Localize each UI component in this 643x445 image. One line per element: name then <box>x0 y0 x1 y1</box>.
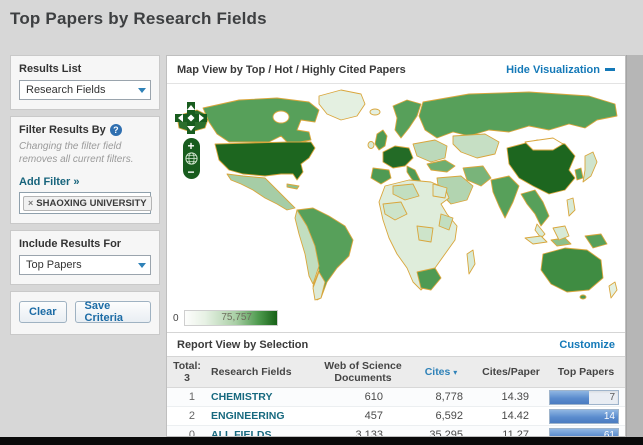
map-country-mexico <box>226 173 296 211</box>
cites-per-paper-value: 14.39 <box>501 391 529 403</box>
cites-value: 35,295 <box>429 429 463 437</box>
customize-link[interactable]: Customize <box>559 339 615 351</box>
map-country-uk <box>374 129 388 151</box>
map-country-greenland <box>318 89 366 121</box>
filter-card: Filter Results By ? Changing the filter … <box>10 116 160 224</box>
results-list-label: Results List <box>19 63 82 75</box>
report-header: Report View by Selection Customize <box>167 332 625 357</box>
column-header-research-fields: Research Fields <box>211 365 292 378</box>
map-country-spain <box>370 167 392 185</box>
column-header-documents: Web of Science Documents <box>324 359 402 384</box>
visualization-header: Map View by Top / Hot / Highly Cited Pap… <box>167 56 625 84</box>
legend-gradient-bar: 75,757 <box>183 310 278 326</box>
total-header: Total: 3 <box>167 360 207 384</box>
top-papers-value: 61 <box>603 429 615 437</box>
column-header-cites[interactable]: Cites ▾ <box>407 366 475 378</box>
legend-max-value: 75,757 <box>221 312 252 323</box>
world-map-visualization[interactable] <box>169 86 623 302</box>
include-results-card: Include Results For Top Papers <box>10 230 160 285</box>
include-results-selected-value: Top Papers <box>26 259 82 271</box>
table-row: 1 CHEMISTRY 610 8,778 14.39 7 <box>167 388 625 407</box>
include-results-label: Include Results For <box>19 238 122 250</box>
sidebar: Results List Research Fields Filter Resu… <box>10 55 160 341</box>
top-papers-bar: 61 <box>549 427 619 437</box>
hide-visualization-link[interactable]: Hide Visualization <box>506 64 615 76</box>
field-link-engineering[interactable]: ENGINEERING <box>207 410 319 422</box>
map-view-title: Map View by Top / Hot / Highly Cited Pap… <box>177 63 406 76</box>
top-papers-bar: 7 <box>549 389 619 405</box>
field-link-all-fields[interactable]: ALL FIELDS <box>207 429 319 436</box>
main-panel: Map View by Top / Hot / Highly Cited Pap… <box>166 55 626 437</box>
pan-control[interactable] <box>175 102 207 134</box>
table-header-row: Total: 3 Research Fields Web of Science … <box>167 357 625 388</box>
results-list-selected-value: Research Fields <box>26 84 106 96</box>
cites-per-paper-value: 11.27 <box>502 429 529 437</box>
zoom-out-button[interactable]: − <box>183 166 200 178</box>
cites-value: 8,778 <box>435 391 463 403</box>
documents-value: 3,133 <box>355 429 383 437</box>
map-country-france-germany <box>382 145 414 169</box>
top-papers-value: 14 <box>603 410 615 422</box>
map-country-australia <box>540 247 604 293</box>
actions-card: Clear Save Criteria <box>10 291 160 335</box>
legend-min-value: 0 <box>173 312 179 324</box>
page-title: Top Papers by Research Fields <box>10 9 267 28</box>
row-rank: 1 <box>188 391 195 403</box>
table-row: 2 ENGINEERING 457 6,592 14.42 14 <box>167 407 625 426</box>
hide-visualization-label: Hide Visualization <box>506 63 600 76</box>
globe-reset-button[interactable] <box>184 152 198 165</box>
field-link-chemistry[interactable]: CHEMISTRY <box>207 391 319 403</box>
map-country-south-africa <box>416 267 442 291</box>
map-country-japan <box>582 151 598 183</box>
filter-tag: × SHAOXING UNIVERSITY <box>23 195 152 211</box>
map-country-canada <box>202 97 320 145</box>
chevron-down-icon <box>138 87 146 93</box>
table-row: 0 ALL FIELDS 3,133 35,295 11.27 61 <box>167 426 625 437</box>
sort-descending-icon: ▾ <box>453 367 458 377</box>
results-list-select[interactable]: Research Fields <box>19 80 151 100</box>
scrollbar[interactable] <box>626 55 643 437</box>
total-value: 3 <box>184 372 190 384</box>
row-rank: 0 <box>188 429 195 437</box>
total-label: Total: <box>173 359 201 372</box>
map-country-india <box>490 175 520 219</box>
help-icon[interactable]: ? <box>109 124 122 136</box>
map-controls: + − <box>175 102 207 179</box>
filter-note: Changing the filter field removes all cu… <box>19 141 134 165</box>
report-view-title: Report View by Selection <box>177 338 309 351</box>
collapse-icon <box>605 68 615 71</box>
filter-input[interactable]: × SHAOXING UNIVERSITY <box>19 192 152 214</box>
column-header-top-papers: Top Papers <box>557 365 615 378</box>
map-country-madagascar <box>466 249 476 275</box>
zoom-in-button[interactable]: + <box>183 140 200 152</box>
cites-per-paper-value: 14.42 <box>501 410 529 422</box>
filter-tag-label: SHAOXING UNIVERSITY <box>36 197 147 209</box>
map-legend: 0 75,757 <box>173 310 278 326</box>
map-country-russia <box>418 91 618 139</box>
map-area: + − 0 75,757 <box>167 84 625 332</box>
map-country-new-zealand <box>608 281 618 299</box>
top-papers-bar: 14 <box>549 408 619 424</box>
results-list-card: Results List Research Fields <box>10 55 160 110</box>
top-papers-value: 7 <box>609 391 615 403</box>
save-criteria-button[interactable]: Save Criteria <box>74 300 151 324</box>
remove-filter-icon[interactable]: × <box>28 198 33 208</box>
column-header-cites-per-paper: Cites/Paper <box>482 365 540 378</box>
documents-value: 457 <box>364 410 383 422</box>
include-results-select[interactable]: Top Papers <box>19 255 151 275</box>
filter-results-label: Filter Results By <box>19 124 106 136</box>
row-rank: 2 <box>188 410 195 422</box>
documents-value: 610 <box>364 391 383 403</box>
cites-value: 6,592 <box>435 410 463 422</box>
clear-button[interactable]: Clear <box>19 301 67 323</box>
chevron-down-icon <box>138 262 146 268</box>
bottom-bar <box>0 437 643 445</box>
add-filter-link[interactable]: Add Filter » <box>19 176 80 188</box>
